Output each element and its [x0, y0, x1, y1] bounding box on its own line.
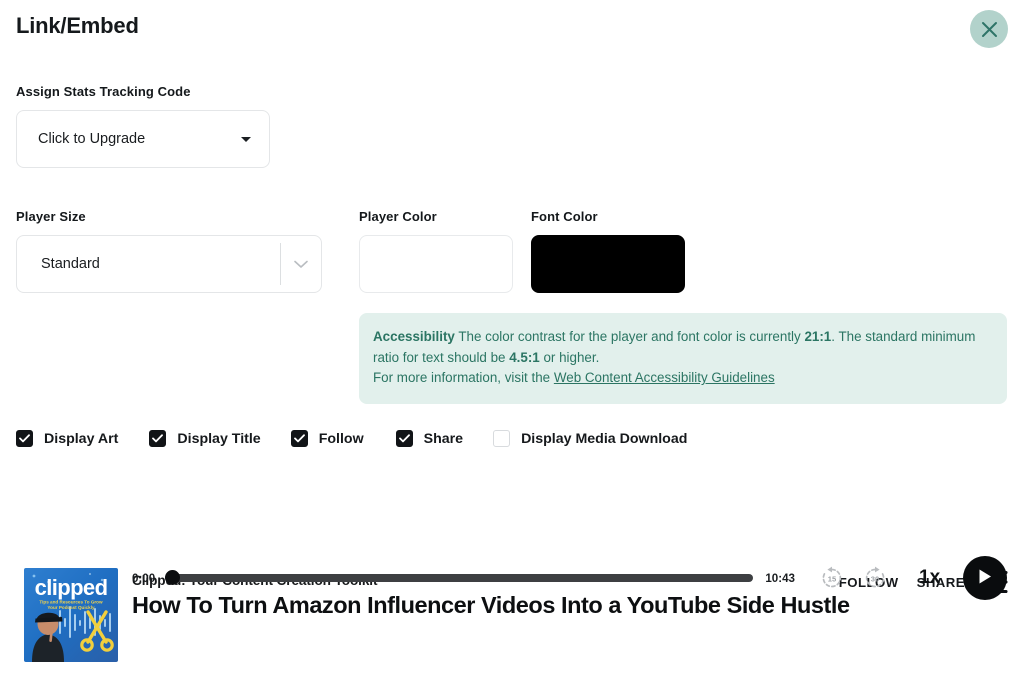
forward-30-icon[interactable]: 30: [862, 565, 888, 591]
accessibility-text-2: . The standard: [831, 329, 918, 344]
player-size-select[interactable]: Standard: [16, 235, 322, 293]
play-icon: [977, 568, 993, 588]
close-icon: [981, 21, 998, 38]
checkbox-display-media-download[interactable]: Display Media Download: [493, 430, 687, 447]
checkbox-box: [493, 430, 511, 447]
checkbox-share[interactable]: Share: [395, 430, 464, 447]
duration: 10:43: [765, 571, 795, 585]
accessibility-text-5: For more information, visit the: [373, 370, 554, 385]
svg-text:Tips and Resources To Grow: Tips and Resources To Grow: [39, 600, 103, 605]
page-title: Link/Embed: [16, 13, 139, 38]
stats-tracking-select[interactable]: Click to Upgrade: [16, 110, 270, 168]
link-embed-modal: Link/Embed Assign Stats Tracking Code Cl…: [0, 0, 1024, 676]
checkbox-label: Display Title: [177, 430, 261, 447]
checkbox-display-art[interactable]: Display Art: [16, 430, 118, 447]
wcag-link[interactable]: Web Content Accessibility Guidelines: [554, 370, 775, 385]
player-size-value: Standard: [41, 256, 100, 272]
checkbox-box: [290, 430, 308, 447]
rewind-15-icon[interactable]: 15: [819, 565, 845, 591]
svg-text:Your Podcast Quickly: Your Podcast Quickly: [47, 605, 95, 610]
checkbox-label: Share: [423, 430, 464, 447]
close-button[interactable]: [970, 10, 1008, 48]
contrast-ratio-minimum: 4.5:1: [509, 349, 540, 365]
caret-down-icon: [241, 136, 251, 142]
font-color-swatch[interactable]: [531, 235, 685, 293]
font-color-label: Font Color: [531, 209, 598, 224]
player-color-label: Player Color: [359, 209, 437, 224]
svg-text:30: 30: [871, 574, 879, 583]
player-color-swatch[interactable]: [359, 235, 513, 293]
player-transport: 0:00 10:43 15 30 1x: [132, 556, 1008, 600]
accessibility-heading: Accessibility: [373, 329, 455, 344]
progress-track: [165, 574, 753, 582]
player-size-label: Player Size: [16, 209, 86, 224]
audio-player: clipped Tips and Resources To Grow Your …: [0, 556, 1024, 676]
checkbox-label: Display Media Download: [521, 430, 688, 447]
play-button[interactable]: [963, 556, 1008, 600]
checkbox-label: Display Art: [44, 430, 119, 447]
svg-text:15: 15: [828, 574, 837, 583]
checkbox-box: [149, 430, 167, 447]
checkbox-label: Follow: [318, 430, 364, 447]
player-color-section: Player Color: [359, 209, 513, 293]
checkbox-follow[interactable]: Follow: [290, 430, 364, 447]
stats-tracking-label: Assign Stats Tracking Code: [16, 84, 191, 99]
chevron-down-icon: [281, 236, 321, 292]
playback-speed-button[interactable]: 1x: [919, 567, 940, 589]
player-size-section: Player Size Standard: [16, 209, 322, 293]
accessibility-notice: Accessibility The color contrast for the…: [359, 313, 1007, 404]
progress-slider[interactable]: [165, 570, 753, 585]
progress-thumb[interactable]: [165, 570, 180, 585]
episode-artwork: clipped Tips and Resources To Grow Your …: [24, 568, 118, 662]
display-options-row: Display Art Display Title Follow Share D…: [16, 430, 687, 447]
accessibility-text-4: or higher.: [539, 349, 600, 365]
checkbox-box: [16, 430, 33, 447]
font-color-section: Font Color: [531, 209, 685, 293]
accessibility-text-1: The color contrast for the player and fo…: [454, 329, 805, 344]
current-time: 0:00: [132, 571, 156, 585]
checkbox-display-title[interactable]: Display Title: [149, 430, 261, 447]
stats-tracking-value: Click to Upgrade: [38, 131, 146, 147]
svg-text:clipped: clipped: [35, 575, 108, 600]
checkbox-box: [395, 430, 413, 447]
stats-tracking-section: Assign Stats Tracking Code Click to Upgr…: [16, 84, 270, 168]
contrast-ratio-current: 21:1: [804, 329, 832, 344]
